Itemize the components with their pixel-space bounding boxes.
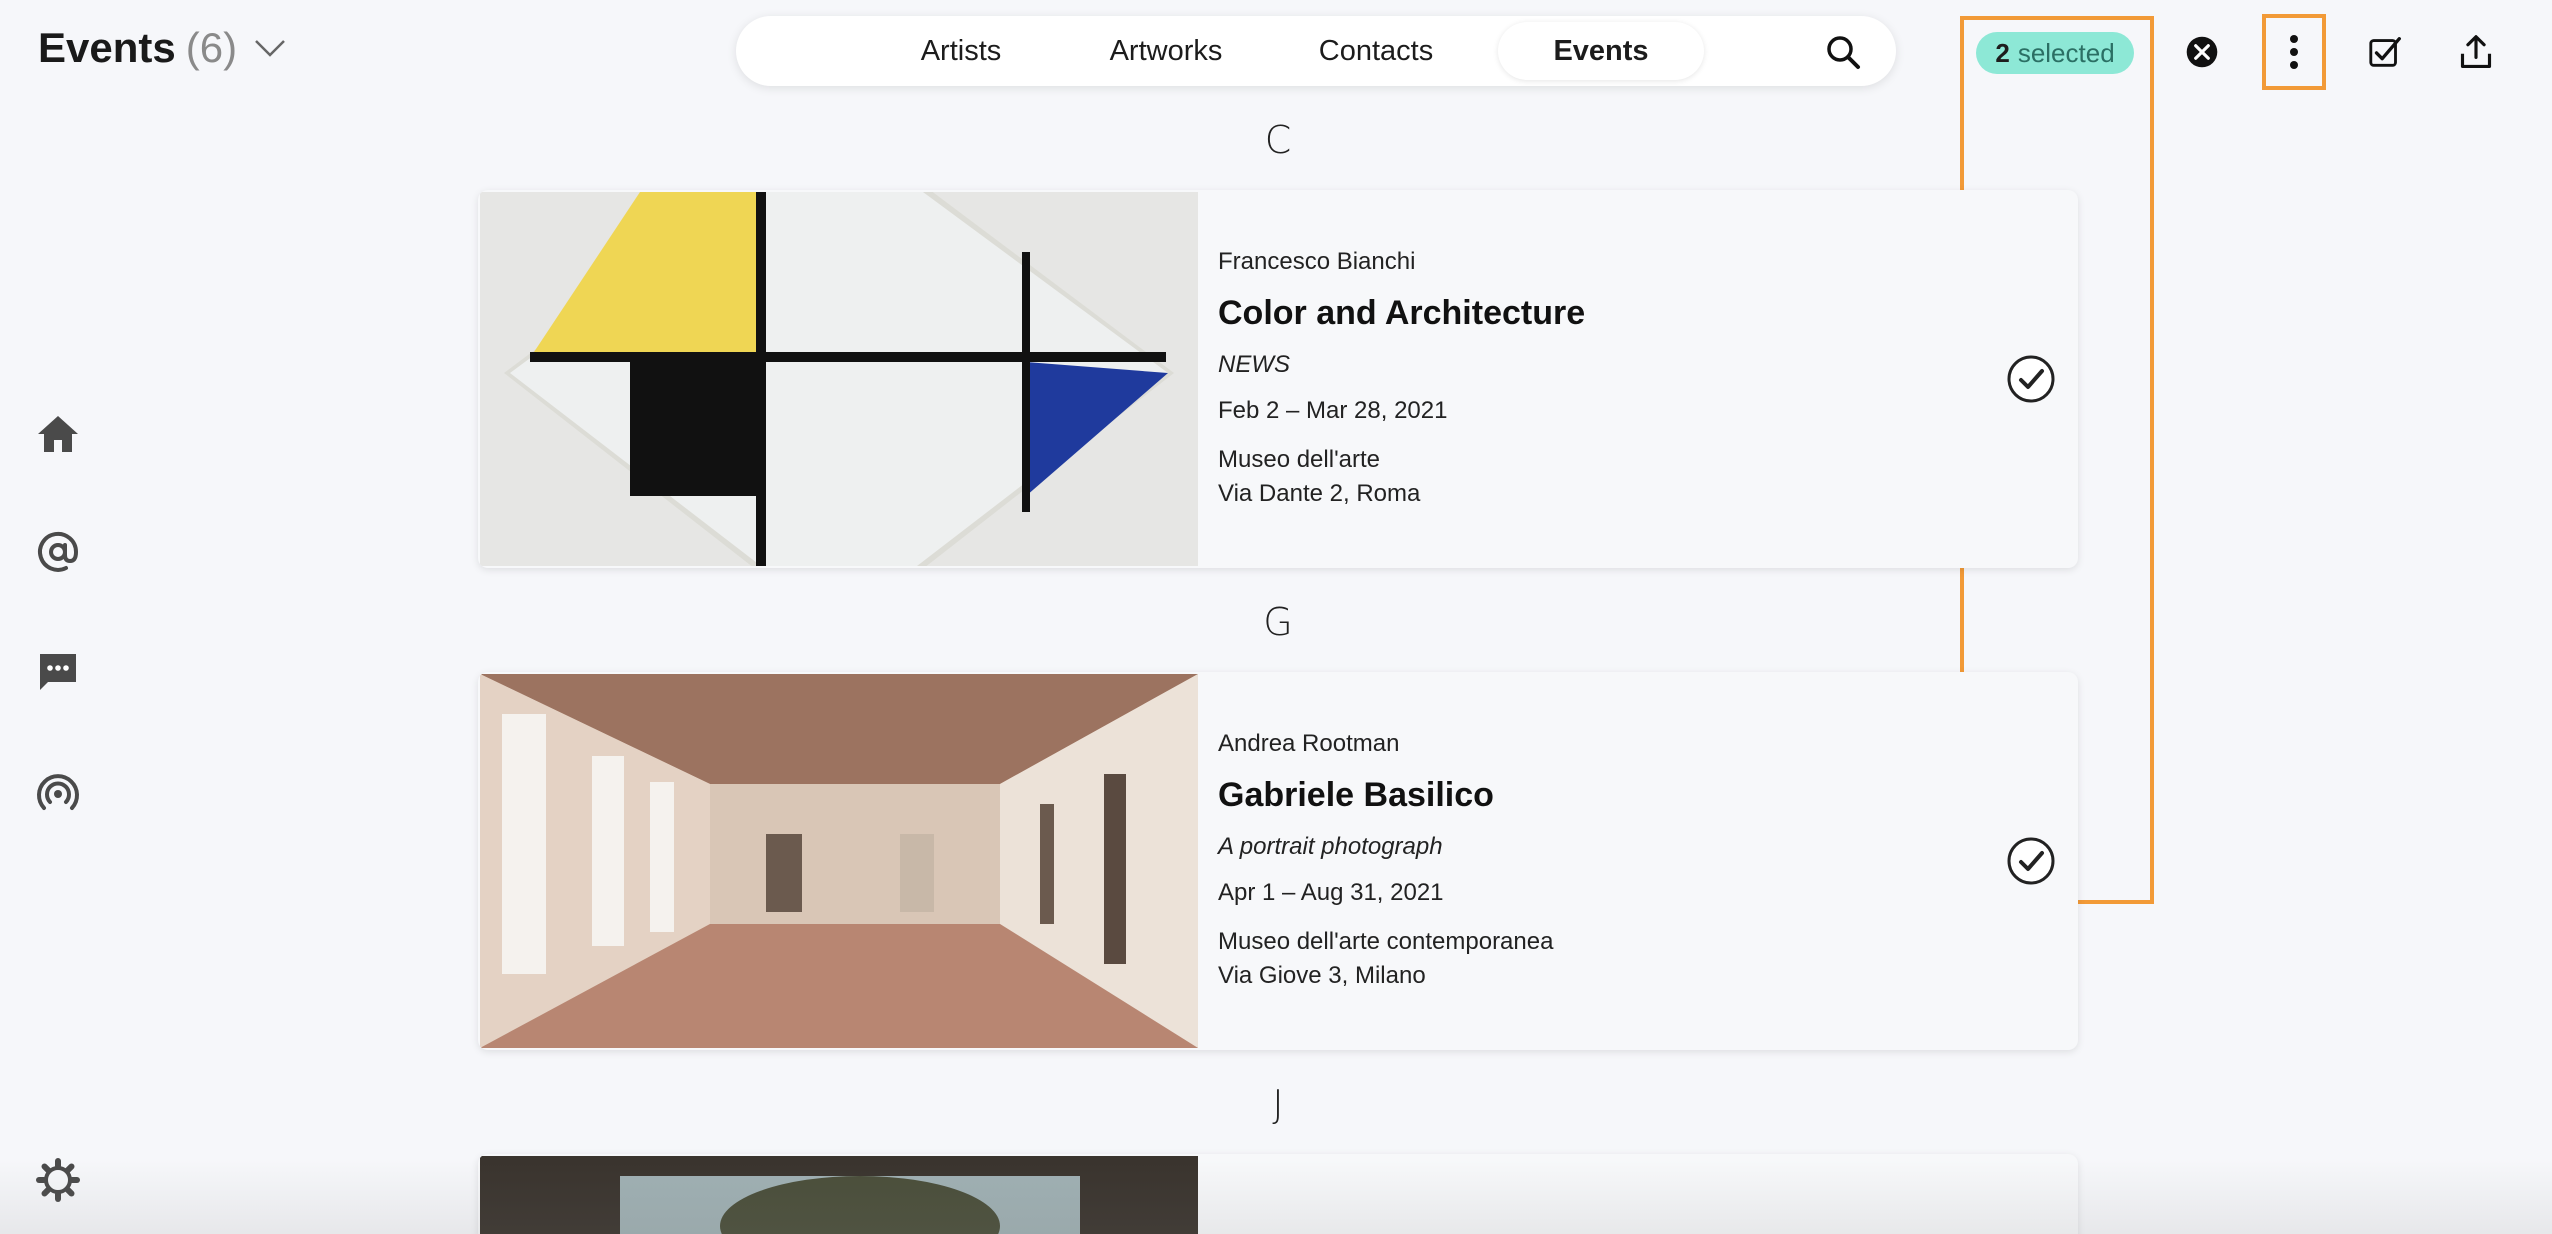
home-icon[interactable] [36, 412, 80, 456]
section-letter: C [1264, 118, 1292, 162]
event-title: Color and Architecture [1218, 294, 1586, 332]
event-dates: Apr 1 – Aug 31, 2021 [1218, 879, 1444, 906]
event-address: Via Giove 3, Milano [1218, 962, 1426, 989]
event-artist: Francesco Bianchi [1218, 248, 1416, 275]
event-address: Via Dante 2, Roma [1218, 480, 1421, 507]
selection-count: 2 [1995, 37, 2010, 68]
event-info: Andrea Rootman Gabriele Basilico A portr… [1218, 730, 1553, 993]
selection-label: selected [2017, 37, 2115, 68]
chat-icon[interactable] [36, 650, 80, 694]
upload-icon [2460, 35, 2492, 68]
event-card[interactable] [478, 1154, 2078, 1234]
page-title-count: (6) [185, 24, 238, 71]
event-card[interactable]: Francesco Bianchi Color and Architecture… [478, 190, 2078, 568]
at-icon[interactable] [36, 530, 80, 574]
broadcast-icon[interactable] [36, 772, 80, 816]
event-subtitle: A portrait photograph [1218, 833, 1443, 860]
clear-selection-button[interactable] [2182, 32, 2222, 72]
section-tabs: Artists Artworks Contacts Events [736, 16, 1896, 86]
event-artist: Andrea Rootman [1218, 730, 1400, 757]
search-icon[interactable] [1824, 33, 1862, 71]
event-venue: Museo dell'arte contemporanea [1218, 928, 1554, 955]
more-options-highlight-frame [2262, 14, 2326, 90]
select-all-button[interactable] [2366, 32, 2406, 72]
event-title: Gabriele Basilico [1218, 776, 1494, 814]
chevron-down-icon[interactable] [253, 36, 287, 60]
event-dates: Feb 2 – Mar 28, 2021 [1218, 397, 1448, 424]
close-circle-icon [2186, 36, 2218, 68]
section-letter: G [1263, 600, 1293, 644]
event-subtitle: NEWS [1218, 351, 1290, 378]
tab-artworks[interactable]: Artworks [1076, 22, 1256, 80]
tab-contacts[interactable]: Contacts [1286, 22, 1466, 80]
tab-events[interactable]: Events [1498, 22, 1704, 80]
event-thumbnail-image [480, 1156, 1198, 1234]
checkbox-multiple-icon [2369, 37, 2401, 67]
selected-check-icon[interactable] [2006, 836, 2056, 886]
selected-check-icon[interactable] [2006, 354, 2056, 404]
tab-artists[interactable]: Artists [876, 22, 1046, 80]
page-title[interactable]: Events (6) [38, 24, 287, 72]
event-thumbnail-image [480, 674, 1198, 1048]
share-button[interactable] [2456, 32, 2496, 72]
page-title-label: Events [38, 24, 176, 71]
event-thumbnail-image [480, 192, 1198, 566]
event-card[interactable]: Andrea Rootman Gabriele Basilico A portr… [478, 672, 2078, 1050]
selection-count-badge: 2 selected [1976, 32, 2134, 74]
section-letter: J [1272, 1082, 1284, 1126]
settings-icon[interactable] [36, 1158, 80, 1202]
event-info: Francesco Bianchi Color and Architecture… [1218, 248, 1585, 511]
event-venue: Museo dell'arte [1218, 446, 1380, 473]
